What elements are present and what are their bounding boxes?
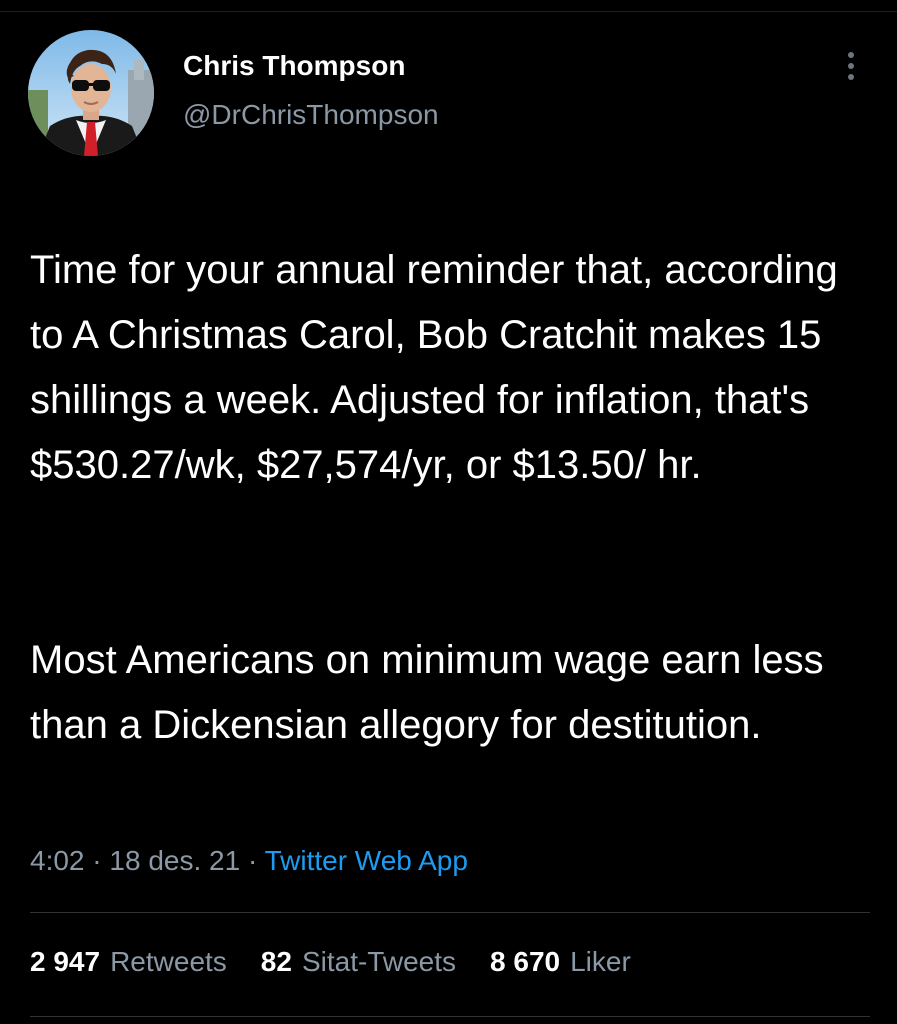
avatar[interactable]: [28, 30, 154, 156]
more-dot: [848, 52, 854, 58]
tweet-stats: 2 947 Retweets 82 Sitat-Tweets 8 670 Lik…: [30, 946, 665, 978]
author-handle[interactable]: @DrChrisThompson: [183, 99, 439, 131]
tweet-time[interactable]: 4:02: [30, 845, 85, 876]
more-dot: [848, 63, 854, 69]
top-divider: [0, 0, 897, 12]
likes-stat[interactable]: 8 670 Liker: [490, 946, 631, 978]
retweets-stat[interactable]: 2 947 Retweets: [30, 946, 227, 978]
tweet-paragraph: Time for your annual reminder that, acco…: [30, 248, 838, 487]
tweet-detail: Chris Thompson @DrChrisThompson Time for…: [0, 0, 897, 1024]
tweet-date[interactable]: 18 des. 21: [109, 845, 240, 876]
tweet-body: Time for your annual reminder that, acco…: [30, 173, 860, 823]
profile-photo: [28, 30, 154, 156]
author-display-name[interactable]: Chris Thompson: [183, 50, 405, 82]
quote-tweet-label: Sitat-Tweets: [301, 946, 457, 977]
tweet-paragraph: Most Americans on minimum wage earn less…: [30, 638, 824, 747]
like-label: Liker: [570, 946, 631, 977]
quote-tweet-count: 82: [260, 946, 292, 977]
tweet-meta: 4:02 · 18 des. 21 · Twitter Web App: [30, 845, 468, 877]
quote-tweets-stat[interactable]: 82 Sitat-Tweets: [261, 946, 456, 978]
divider: [30, 1016, 870, 1017]
more-dot: [848, 74, 854, 80]
tweet-source-link[interactable]: Twitter Web App: [265, 845, 468, 876]
divider: [30, 912, 870, 913]
retweet-label: Retweets: [110, 946, 227, 977]
like-count: 8 670: [490, 946, 561, 977]
more-options-icon[interactable]: [836, 46, 866, 86]
meta-separator: ·: [92, 845, 102, 876]
meta-separator: ·: [247, 845, 258, 876]
retweet-count: 2 947: [30, 946, 101, 977]
